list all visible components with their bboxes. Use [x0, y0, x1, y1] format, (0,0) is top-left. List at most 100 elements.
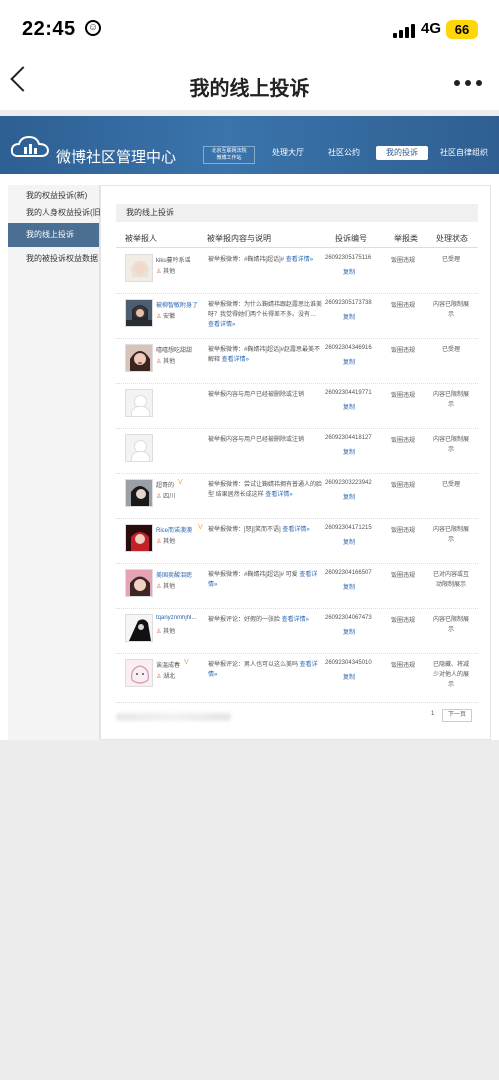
col-content: 被举报内容与说明	[207, 234, 271, 243]
table-row: tqanyznmhjhl... ♙ 其他 被举报评论：好假的一张脸 查看详情» …	[116, 608, 478, 654]
more-icon[interactable]	[454, 80, 484, 88]
complaint-id: 26092304346916	[325, 345, 372, 351]
complaint-id: 26092304067473	[325, 615, 372, 621]
avatar[interactable]	[125, 569, 153, 597]
blurred-footer	[116, 713, 231, 721]
sidebar: 我的权益投诉(新) 我的人身权益投诉(旧) 我的线上投诉 我的被投诉权益数据	[8, 185, 103, 740]
location-pin-icon: ♙	[156, 674, 162, 680]
status-time: 22:45	[22, 18, 76, 40]
user-name[interactable]: 嘻嘻想吃甜甜	[156, 345, 204, 354]
table-row: kiku蔓吟系谣 ♙ 其他 被举报微博：#鞠婧祎[超话]# 查看详情» 2609…	[116, 248, 478, 294]
copy-button[interactable]: 复制	[343, 582, 355, 591]
table-row: 被柳智敏附身了 ♙ 安徽 被举报微博：为什么鞠婧祎跟赵露思比谁美呀？我觉得她们两…	[116, 293, 478, 339]
user-name[interactable]: 被柳智敏附身了	[156, 300, 204, 309]
user-name[interactable]: 美国卖酸泪痣	[156, 570, 204, 579]
user-name[interactable]: 诶温成春	[156, 660, 204, 669]
court-line-1: 北京互联网法院	[211, 148, 247, 154]
default-avatar	[125, 389, 153, 417]
avatar[interactable]	[125, 344, 153, 372]
view-detail-link[interactable]: 查看详情»	[208, 322, 235, 328]
complaint-id: 26092303223942	[325, 480, 372, 486]
complaint-type: 饭圈违规	[391, 393, 416, 399]
user-name[interactable]: tqanyznmhjhl...	[156, 615, 204, 621]
nav-bar: 我的线上投诉	[0, 58, 499, 110]
complaint-type: 饭圈违规	[391, 303, 416, 309]
copy-button[interactable]: 复制	[343, 627, 355, 636]
status-text: 已受理	[441, 257, 460, 263]
table-row: 嘻嘻想吃甜甜 ♙ 其他 被举报微博：#鞠婧祎[超话]#赵露思最美不解释 查看详情…	[116, 338, 478, 384]
view-detail-link[interactable]: 查看详情»	[265, 492, 292, 498]
report-content: 被举报评论：好假的一张脸 查看详情»	[208, 617, 310, 623]
report-content: 被举报内容与用户已经被删除或注销	[208, 437, 305, 443]
sidebar-item-personal-old[interactable]: 我的人身权益投诉(旧)	[8, 206, 103, 220]
status-bar: 22:45 ☺ 4G 66	[0, 0, 499, 58]
status-text: 已受理	[441, 347, 460, 353]
court-badge[interactable]: 北京互联网法院 微博工作站	[203, 146, 255, 164]
location-pin-icon: ♙	[156, 539, 162, 545]
user-location: ♙ 安徽	[156, 314, 176, 320]
user-name[interactable]: Rice而诺澳澳	[156, 525, 204, 534]
sidebar-item-online[interactable]: 我的线上投诉	[8, 223, 99, 247]
copy-button[interactable]: 复制	[343, 402, 355, 411]
user-location: ♙ 湖北	[156, 674, 176, 680]
location-pin-icon: ♙	[156, 629, 162, 635]
sidebar-item-rights-new[interactable]: 我的权益投诉(新)	[8, 189, 99, 203]
avatar[interactable]	[125, 524, 153, 552]
copy-button[interactable]: 复制	[343, 312, 355, 321]
col-type: 举报类	[394, 234, 418, 243]
report-content: 被举报评论：男人也可以这么美吗 查看详情»	[208, 662, 318, 678]
page-title: 我的线上投诉	[189, 78, 310, 100]
location-pin-icon: ♙	[156, 269, 162, 275]
copy-button[interactable]: 复制	[343, 447, 355, 456]
avatar[interactable]	[125, 254, 153, 282]
battery-icon: 66	[446, 20, 478, 39]
avatar[interactable]	[125, 614, 153, 642]
table-row: 诶温成春 V ♙ 湖北 被举报评论：男人也可以这么美吗 查看详情» 260923…	[116, 653, 478, 703]
copy-button[interactable]: 复制	[343, 267, 355, 276]
view-detail-link[interactable]: 查看详情»	[222, 357, 249, 363]
copy-button[interactable]: 复制	[343, 492, 355, 501]
panel-title: 我的线上投诉	[116, 204, 478, 222]
complaint-type: 饭圈违规	[391, 663, 416, 669]
complaint-id: 26092305175116	[325, 255, 372, 261]
copy-button[interactable]: 复制	[343, 672, 355, 681]
complaint-id: 26092304419771	[325, 390, 372, 396]
status-text: 内容已限制展示	[432, 302, 469, 318]
copy-button[interactable]: 复制	[343, 537, 355, 546]
sidebar-item-complained-data[interactable]: 我的被投诉权益数据	[8, 252, 99, 266]
report-content: 被举报微博：#鞠婧祎[超话]# 查看详情»	[208, 257, 314, 263]
view-detail-link[interactable]: 查看详情»	[282, 527, 309, 533]
user-name[interactable]: kiku蔓吟系谣	[156, 255, 204, 264]
court-line-2: 微博工作站	[216, 155, 242, 161]
next-page-button[interactable]: 下一页	[442, 709, 472, 722]
complaint-type: 饭圈违规	[391, 573, 416, 579]
avatar[interactable]	[125, 479, 153, 507]
view-detail-link[interactable]: 查看详情»	[286, 257, 313, 263]
status-text: 已对内容或互动限制展示	[432, 572, 469, 588]
copy-button[interactable]: 复制	[343, 357, 355, 366]
complaint-type: 饭圈违规	[391, 528, 416, 534]
menu-hall[interactable]: 处理大厅	[266, 146, 310, 160]
view-detail-link[interactable]: 查看详情»	[282, 617, 309, 623]
complaint-type: 饭圈违规	[391, 348, 416, 354]
table-row: 被举报内容与用户已经被删除或注销 26092304419771 复制 饭圈违规 …	[116, 383, 478, 429]
report-content: 被举报微博：[怒][笑而不语] 查看详情»	[208, 527, 310, 533]
menu-convention[interactable]: 社区公约	[322, 146, 366, 160]
signal-icon	[393, 22, 415, 38]
avatar[interactable]	[125, 299, 153, 327]
avatar[interactable]	[125, 659, 153, 687]
menu-my-complaints[interactable]: 我的投诉	[376, 146, 428, 160]
page-number[interactable]: 1	[431, 711, 434, 717]
table-row: Rice而诺澳澳 V ♙ 其他 被举报微博：[怒][笑而不语] 查看详情» 26…	[116, 518, 478, 564]
menu-self-discipline[interactable]: 社区自律组织	[436, 146, 492, 160]
site-banner: 微博社区管理中心 北京互联网法院 微博工作站 处理大厅 社区公约 我的投诉 社区…	[0, 116, 499, 174]
report-content: 被举报内容与用户已经被删除或注销	[208, 392, 305, 398]
verified-badge-icon: V	[198, 524, 203, 531]
table-row: 被举报内容与用户已经被删除或注销 26092304418127 复制 饭圈违规 …	[116, 428, 478, 474]
cloud-logo-icon	[10, 135, 50, 157]
complaint-type: 饭圈违规	[391, 618, 416, 624]
table-header: 被举报人 被举报内容与说明 投诉编号 举报类 处理状态	[116, 227, 478, 248]
location-pin-icon: ♙	[156, 314, 162, 320]
complaint-type: 饭圈违规	[391, 438, 416, 444]
location-pin-icon: ♙	[156, 494, 162, 500]
